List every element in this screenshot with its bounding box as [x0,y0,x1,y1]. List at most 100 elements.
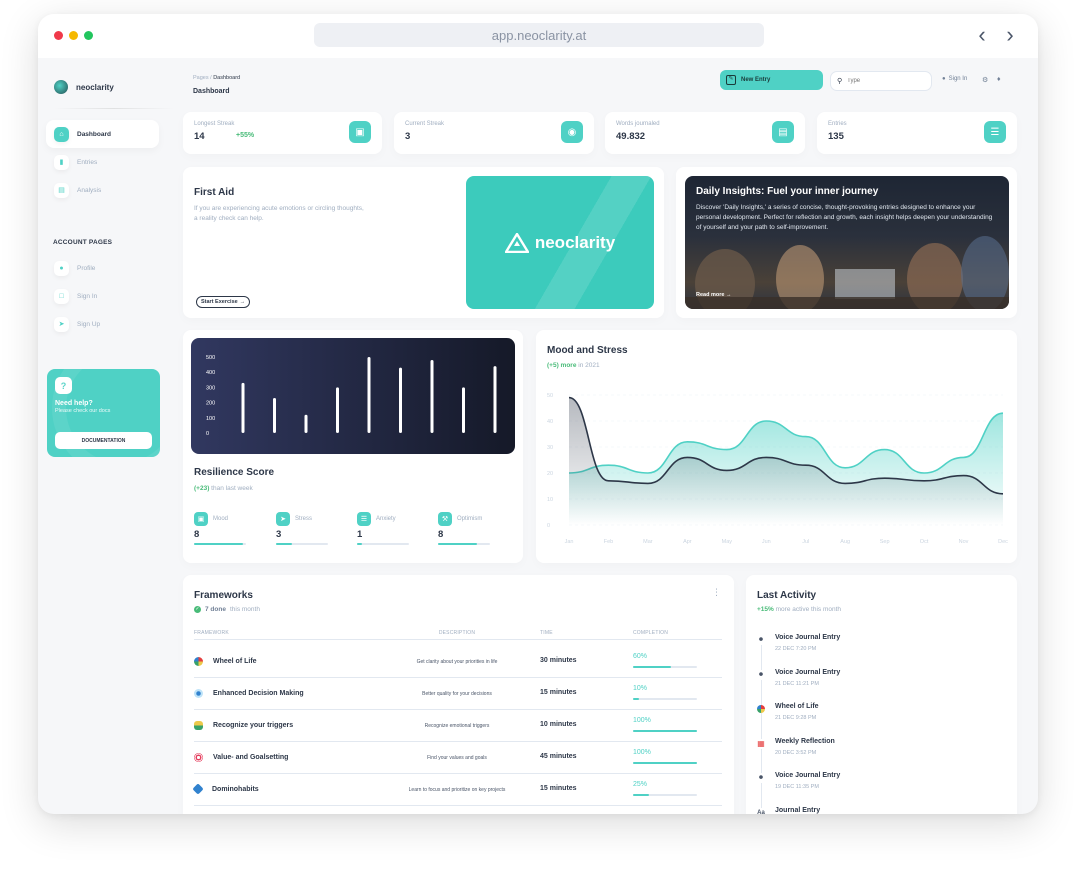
framework-completion: 10% [633,685,648,692]
y-tick-label: 100 [206,416,215,422]
framework-name: Dominohabits [212,785,259,793]
card-icon: ▤ [54,182,69,198]
start-exercise-label: Start Exercise [201,299,238,305]
gear-icon[interactable]: ⚙ [982,76,988,84]
minimize-window-button[interactable] [69,31,78,40]
sidebar-item-analysis[interactable]: ▤ Analysis [46,176,159,204]
completion-bar [633,698,697,700]
y-tick-label: 20 [547,471,553,477]
x-tick-label: Feb [604,539,613,545]
search-input[interactable] [847,78,918,84]
framework-description: Get clarity about your priorities in lif… [416,659,498,665]
stat-label: Longest Streak [194,121,235,127]
frameworks-done: 7 done [205,606,226,613]
x-tick-label: May [722,539,733,545]
metric-progress-fill [194,543,244,545]
rocket-icon: ➤ [54,316,69,332]
close-window-button[interactable] [54,31,63,40]
brand-name: neoclarity [76,82,114,92]
mood-stress-chart: 50 40 30 20 10 0 Jan Feb Mar Apr May Jun Jul Aug Sep Oc… [547,393,1008,545]
microphone-icon: ⚫ [756,635,766,645]
resilience-bar [462,387,465,433]
metric-value: 1 [357,529,363,540]
framework-name: Recognize your triggers [213,722,294,729]
activity-delta: +15% [757,606,774,613]
metric-value: 8 [194,529,200,540]
chevron-right-icon[interactable]: › [1000,24,1020,46]
column-header-description: DESCRIPTION [438,630,476,636]
table-row[interactable]: Recognize your triggers Recognize emotio… [194,710,722,742]
check-circle-icon: ✓ [194,606,201,613]
bell-icon[interactable]: ♦ [997,76,1001,83]
x-tick-label: Dec [998,539,1008,545]
help-title: Need help? [55,400,93,407]
wallet-icon: ▣ [349,121,371,143]
frameworks-summary: ✓ 7 done this month [194,606,260,613]
sign-in-label: Sign In [948,76,968,82]
table-row[interactable]: Dominohabits Learn to focus and prioriti… [192,774,722,806]
read-more-link[interactable]: Read more → [696,292,731,298]
table-row[interactable]: Enhanced Decision Making Better quality … [194,678,722,710]
resilience-bar [336,387,339,433]
table-row[interactable]: Wheel of Life Get clarity about your pri… [194,646,722,678]
breadcrumb: Pages / Dashboard [193,75,240,81]
search-icon: ⚲ [837,78,843,85]
metric-mood: ▣ Mood 8 [194,512,264,545]
document-icon: □ [54,288,69,304]
more-options-icon[interactable]: ⋮ [712,587,721,598]
insights-card[interactable]: Daily Insights: Fuel your inner journey … [685,176,1009,309]
resilience-bar [241,382,245,433]
sidebar-item-profile[interactable]: ● Profile [46,254,159,282]
arrow-right-icon: → [725,292,732,298]
resilience-delta-value: (+23) [194,485,210,492]
framework-name: Value- and Goalsetting [213,754,289,761]
resilience-bar-chart: 500 400 300 200 100 0 [206,355,497,437]
framework-completion: 25% [633,781,648,788]
x-tick-label: Jul [802,539,809,545]
wallet-icon: ▣ [194,512,208,526]
frameworks-title: Frameworks [194,590,253,601]
search-box: ⚲ [830,71,932,91]
sidebar-item-label: Dashboard [77,130,111,138]
user-icon: ● [942,76,946,82]
resilience-bar [399,367,402,433]
brand-logo-icon [54,80,68,94]
table-row[interactable]: Value- and Goalsetting Find your values … [194,742,722,774]
chevron-left-icon[interactable]: ‹ [972,24,992,46]
sign-in-link[interactable]: ● Sign In [942,76,967,82]
activity-name: Wheel of Life [775,703,819,710]
framework-time: 15 minutes [540,785,577,792]
x-tick-label: Jun [762,539,771,545]
stat-value: 49.832 [616,131,646,142]
activity-name: Voice Journal Entry [775,669,841,676]
breadcrumb-root[interactable]: Pages [193,75,209,81]
sidebar-item-dashboard[interactable]: ⌂ Dashboard [46,120,159,148]
sidebar-item-entries[interactable]: ▮ Entries [46,148,159,176]
column-header-framework: FRAMEWORK [194,630,229,636]
metric-label: Mood [213,516,229,522]
last-activity-card: Last Activity +15% more active this mont… [746,575,1017,814]
first-aid-title: First Aid [194,187,235,198]
metric-stress: ➤ Stress 3 [276,512,346,545]
address-bar[interactable]: app.neoclarity.at [314,23,764,47]
maximize-window-button[interactable] [84,31,93,40]
metric-label: Optimism [457,516,483,522]
new-entry-button[interactable]: ✎ New Entry [720,70,823,90]
stat-label: Words journaled [616,121,660,127]
y-tick-label: 400 [206,370,215,376]
start-exercise-button[interactable]: Start Exercise → [196,296,251,308]
sidebar-item-signup[interactable]: ➤ Sign Up [46,310,159,338]
page-title: Dashboard [193,88,230,95]
breadcrumb-current: Dashboard [213,75,241,81]
sidebar-item-signin[interactable]: □ Sign In [46,282,159,310]
completion-bar [633,794,697,796]
brand[interactable]: neoclarity [54,80,114,94]
documentation-button[interactable]: DOCUMENTATION [55,432,152,449]
microphone-icon: ⚫ [756,773,766,783]
new-entry-label: New Entry [741,77,771,83]
metric-progress [194,543,246,545]
resilience-title: Resilience Score [194,467,275,478]
question-icon: ? [55,377,72,394]
metric-anxiety: ☰ Anxiety 1 [357,512,427,545]
resilience-card: 500 400 300 200 100 0 Resilience Score (+23) … [183,330,523,563]
